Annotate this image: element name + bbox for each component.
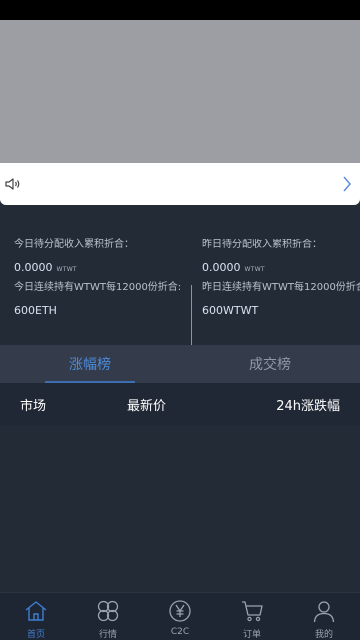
user-icon bbox=[311, 598, 337, 624]
bottom-nav: 首页 行情 C2C 订单 我的 bbox=[0, 592, 360, 640]
cart-icon bbox=[239, 598, 265, 624]
nav-home[interactable]: 首页 bbox=[0, 593, 72, 640]
column-24h-change[interactable]: 24h涨跌幅 bbox=[276, 395, 340, 414]
income-stats-panel: 今日待分配收入累积折合： 0.0000 WTWT 今日连续持有WTWT每12000… bbox=[0, 225, 360, 345]
yesterday-stats: 昨日待分配收入累积折合： 0.0000 WTWT 昨日连续持有WTWT每12000… bbox=[202, 239, 360, 317]
yesterday-holding-label: 昨日连续持有WTWT每12000份折合: bbox=[202, 282, 360, 294]
status-bar bbox=[0, 0, 360, 20]
today-income-unit: WTWT bbox=[56, 266, 77, 273]
yesterday-holding-value: 600WTWT bbox=[202, 304, 259, 318]
nav-c2c-label: C2C bbox=[170, 627, 190, 637]
tab-gainers[interactable]: 涨幅榜 bbox=[0, 345, 180, 383]
chevron-right-icon[interactable] bbox=[342, 176, 352, 192]
today-income-label: 今日待分配收入累积折合： bbox=[14, 239, 134, 250]
yen-icon bbox=[167, 598, 193, 624]
today-holding-value: 600ETH bbox=[14, 304, 57, 318]
today-income-value: 0.0000 WTWT bbox=[14, 261, 77, 274]
today-holding-label: 今日连续持有WTWT每12000份折合: bbox=[14, 282, 182, 294]
nav-market-label: 行情 bbox=[98, 630, 117, 640]
nav-home-label: 首页 bbox=[26, 630, 45, 640]
yesterday-income-unit: WTWT bbox=[244, 266, 265, 273]
notice-bar[interactable] bbox=[0, 163, 360, 205]
stats-divider bbox=[191, 285, 192, 345]
nav-orders[interactable]: 订单 bbox=[216, 593, 288, 640]
yesterday-income-value: 0.0000 WTWT bbox=[202, 261, 265, 274]
column-market[interactable]: 市场 bbox=[20, 395, 46, 414]
yesterday-income-label: 昨日待分配收入累积折合： bbox=[202, 239, 322, 250]
banner-image[interactable] bbox=[0, 20, 360, 163]
market-icon bbox=[95, 598, 121, 624]
tab-volume[interactable]: 成交榜 bbox=[180, 345, 360, 383]
today-stats: 今日待分配收入累积折合： 0.0000 WTWT 今日连续持有WTWT每12000… bbox=[14, 239, 186, 317]
nav-c2c[interactable]: C2C bbox=[144, 593, 216, 640]
market-table-header: 市场 最新价 24h涨跌幅 bbox=[0, 383, 360, 425]
nav-market[interactable]: 行情 bbox=[72, 593, 144, 640]
home-icon bbox=[23, 598, 49, 624]
nav-profile[interactable]: 我的 bbox=[288, 593, 360, 640]
nav-profile-label: 我的 bbox=[314, 630, 333, 640]
nav-orders-label: 订单 bbox=[242, 630, 261, 640]
ranking-tabs: 涨幅榜 成交榜 bbox=[0, 345, 360, 383]
column-latest-price[interactable]: 最新价 bbox=[127, 395, 166, 414]
speaker-icon bbox=[5, 177, 21, 191]
